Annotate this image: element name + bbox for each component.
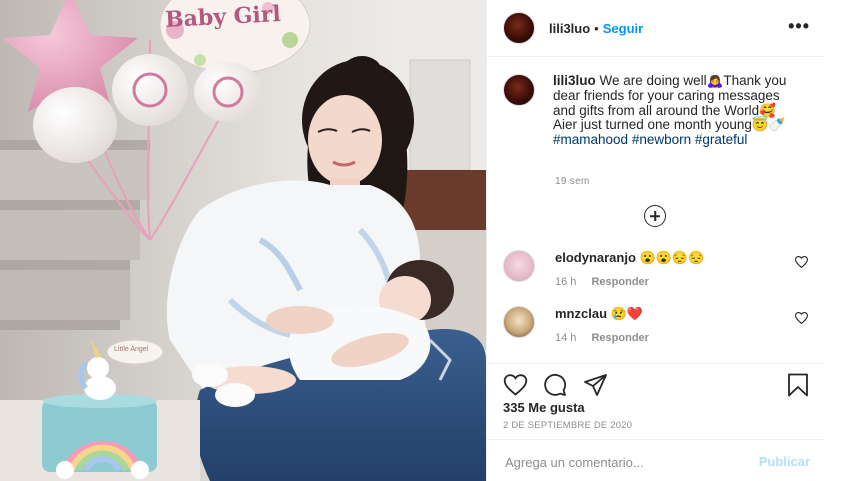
like-heart-icon[interactable]: [503, 374, 528, 396]
comment-time[interactable]: 16 h: [555, 276, 576, 288]
publish-button[interactable]: Publicar: [759, 454, 810, 469]
more-options-icon[interactable]: •••: [788, 16, 810, 37]
post-side-panel: lili3luo • Seguir ••• lili3luo We are do…: [486, 0, 824, 481]
avatar[interactable]: [503, 250, 535, 282]
post-photo[interactable]: Baby Girl Little Angel: [0, 0, 486, 481]
comment-body: elodynaranjo 😮😮😔😔: [555, 250, 704, 266]
comment-meta: 14 h Responder: [555, 332, 649, 344]
hashtag-newborn[interactable]: #newborn: [632, 132, 691, 147]
comment-username[interactable]: elodynaranjo: [555, 250, 636, 265]
post-header: lili3luo • Seguir •••: [487, 0, 824, 57]
avatar[interactable]: [503, 12, 535, 44]
avatar[interactable]: [503, 306, 535, 338]
comment-username[interactable]: mnzclau: [555, 306, 607, 321]
comment-input[interactable]: [503, 450, 747, 474]
comment-text: 😮😮😔😔: [639, 250, 705, 265]
page-background: [823, 0, 855, 481]
action-bar: [487, 363, 824, 397]
post-caption: lili3luo We are doing well🙇‍♀️Thank you …: [503, 73, 803, 148]
caption-username[interactable]: lili3luo: [553, 73, 596, 88]
hashtag-grateful[interactable]: #grateful: [695, 132, 748, 147]
add-circle-icon[interactable]: [644, 205, 666, 227]
heart-icon[interactable]: [795, 312, 808, 324]
post-date[interactable]: 2 DE SEPTIEMBRE DE 2020: [503, 420, 632, 431]
comment-time[interactable]: 14 h: [555, 332, 576, 344]
reply-button[interactable]: Responder: [591, 332, 648, 344]
caption-text: lili3luo We are doing well🙇‍♀️Thank you …: [553, 73, 793, 148]
add-comment-bar: Publicar: [487, 439, 824, 481]
cake-topper-text: Little Angel: [114, 346, 149, 353]
header-username[interactable]: lili3luo: [549, 21, 590, 36]
heart-icon[interactable]: [795, 256, 808, 268]
photo-illustration: [0, 0, 486, 481]
follow-button[interactable]: Seguir: [603, 21, 643, 36]
caption-timestamp[interactable]: 19 sem: [555, 176, 590, 187]
hashtag-mamahood[interactable]: #mamahood: [553, 132, 628, 147]
comment-text: 😢❤️: [610, 306, 644, 321]
caption-avatar[interactable]: [503, 74, 535, 106]
bookmark-icon[interactable]: [787, 373, 809, 397]
header-separator: •: [594, 20, 599, 36]
comment-meta: 16 h Responder: [555, 276, 649, 288]
likes-count[interactable]: 335 Me gusta: [503, 400, 585, 415]
comment-icon[interactable]: [543, 373, 567, 397]
share-icon[interactable]: [584, 374, 608, 396]
reply-button[interactable]: Responder: [591, 276, 648, 288]
comment-body: mnzclau 😢❤️: [555, 306, 643, 322]
